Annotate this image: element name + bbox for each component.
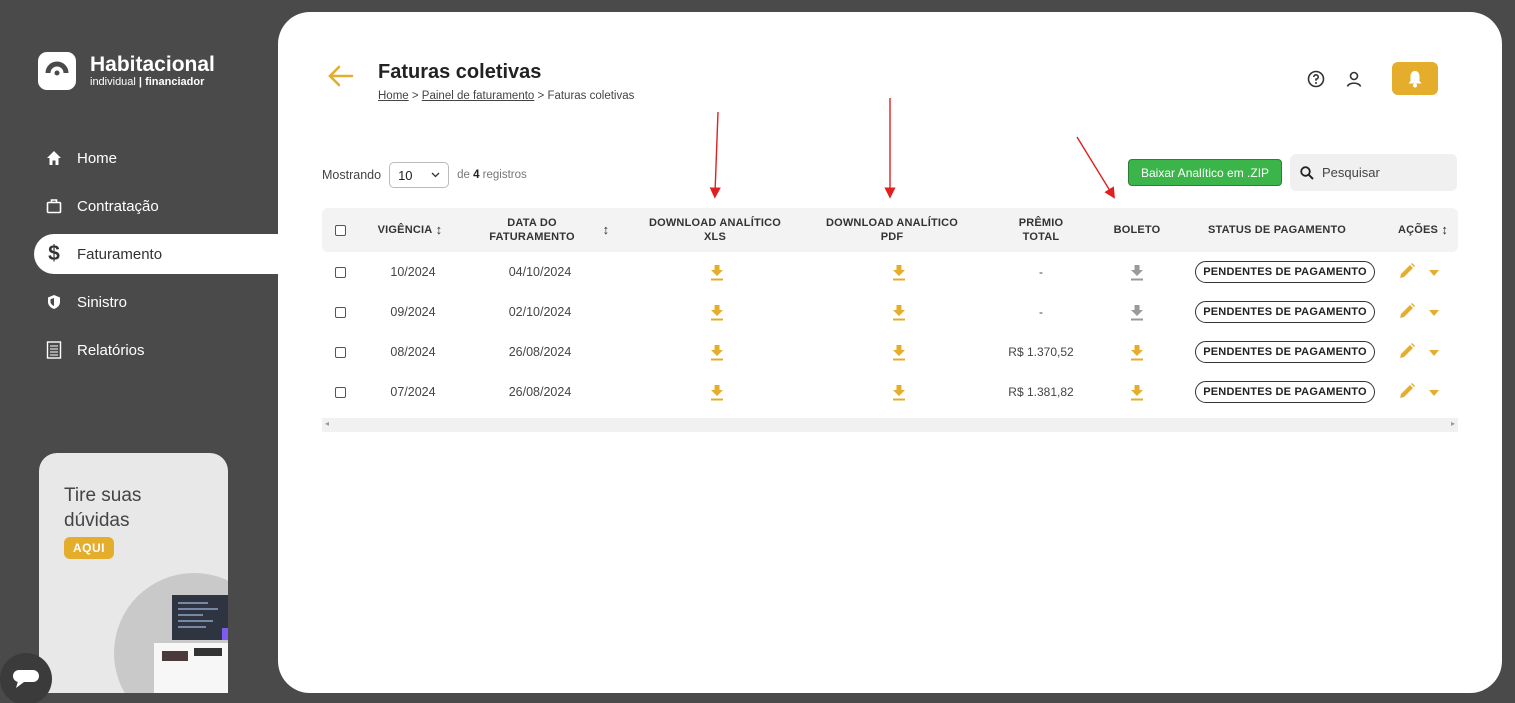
help-illustration <box>114 573 228 693</box>
sidebar-item-label: Contratação <box>77 197 159 215</box>
row-checkbox[interactable] <box>334 386 346 398</box>
chevron-down-icon[interactable] <box>1429 385 1439 399</box>
dollar-icon: $ <box>48 242 60 265</box>
row-checkbox[interactable] <box>334 266 346 278</box>
report-icon <box>45 341 63 359</box>
cell-premio-total: - <box>1039 265 1043 279</box>
status-badge: PENDENTES DE PAGAMENTO <box>1195 341 1375 363</box>
cell-vigencia: 10/2024 <box>390 265 436 279</box>
cell-premio-total: - <box>1039 305 1043 319</box>
scroll-left-icon: ◂ <box>325 419 330 428</box>
shield-icon <box>45 293 63 311</box>
download-pdf-icon[interactable] <box>892 263 906 281</box>
col-download-pdf: DOWNLOAD ANALÍTICO PDF <box>825 217 959 243</box>
brand-title: Habitacional <box>90 52 215 76</box>
table-row: 09/2024 02/10/2024 - PENDENTES DE PAGAME… <box>322 292 1458 332</box>
chat-button[interactable] <box>0 653 52 703</box>
col-acoes[interactable]: AÇÕES ↕ <box>1388 208 1458 252</box>
sidebar-item-label: Sinistro <box>77 293 128 311</box>
sidebar-item-relatorios[interactable]: Relatórios <box>34 330 278 370</box>
download-xls-icon[interactable] <box>710 263 724 281</box>
cell-data-faturamento: 26/08/2024 <box>508 385 572 399</box>
help-text: Tire suas dúvidas <box>64 485 142 531</box>
table-header: VIGÊNCIA ↕ DATA DO FATURAMENTO ↕ DOWNLOAD… <box>322 208 1458 252</box>
brand-logo[interactable]: Habitacional individual | financiador <box>38 52 215 90</box>
status-badge: PENDENTES DE PAGAMENTO <box>1195 261 1375 283</box>
download-pdf-icon[interactable] <box>892 383 906 401</box>
cell-vigencia: 08/2024 <box>390 345 436 359</box>
download-boleto-icon[interactable] <box>1130 383 1144 401</box>
scroll-right-icon: ▸ <box>1450 419 1455 428</box>
cell-data-faturamento: 26/08/2024 <box>508 345 572 359</box>
chevron-down-icon[interactable] <box>1429 265 1439 279</box>
annotation-arrows <box>709 98 1115 199</box>
sidebar-item-label: Relatórios <box>77 341 145 359</box>
sort-icon: ↕ <box>1441 222 1449 237</box>
annotation-arrow-boleto <box>1076 136 1115 199</box>
table-row: 10/2024 04/10/2024 - PENDENTES DE PAGAME… <box>322 252 1458 292</box>
sidebar-nav: Home Contratação $ Faturamento Sinistro … <box>34 138 284 378</box>
annotation-arrow-xls <box>709 111 721 199</box>
sidebar-item-sinistro[interactable]: Sinistro <box>34 282 278 322</box>
download-pdf-icon[interactable] <box>892 343 906 361</box>
sidebar-item-home[interactable]: Home <box>34 138 278 178</box>
col-boleto: BOLETO <box>1113 224 1161 236</box>
help-card: Tire suas dúvidas AQUI <box>39 453 228 693</box>
download-xls-icon[interactable] <box>710 383 724 401</box>
status-badge: PENDENTES DE PAGAMENTO <box>1195 301 1375 323</box>
table-row: 08/2024 26/08/2024 R$ 1.370,52 PENDENTES… <box>322 332 1458 372</box>
col-vigencia[interactable]: VIGÊNCIA ↕ <box>370 208 450 252</box>
download-xls-icon[interactable] <box>710 303 724 321</box>
sidebar-item-contratacao[interactable]: Contratação <box>34 186 278 226</box>
edit-icon[interactable] <box>1398 342 1416 363</box>
sort-icon[interactable]: ↕ <box>598 208 614 252</box>
chevron-down-icon[interactable] <box>1429 345 1439 359</box>
sort-icon: ↕ <box>435 222 443 237</box>
col-status: STATUS DE PAGAMENTO <box>1207 224 1347 236</box>
horizontal-scrollbar[interactable]: ◂ ▸ <box>322 418 1458 432</box>
col-download-xls: DOWNLOAD ANALÍTICO XLS <box>648 217 782 243</box>
cell-premio-total: R$ 1.381,82 <box>1008 385 1074 399</box>
edit-icon[interactable] <box>1398 382 1416 403</box>
table-row: 07/2024 26/08/2024 R$ 1.381,82 PENDENTES… <box>322 372 1458 412</box>
sidebar-item-label: Faturamento <box>77 245 163 263</box>
download-boleto-icon <box>1130 263 1144 281</box>
cell-premio-total: R$ 1.370,52 <box>1008 345 1074 359</box>
chat-icon <box>13 670 39 688</box>
download-boleto-icon <box>1130 303 1144 321</box>
cell-vigencia: 09/2024 <box>390 305 436 319</box>
edit-icon[interactable] <box>1398 302 1416 323</box>
sidebar-item-faturamento[interactable]: $ Faturamento <box>34 234 284 274</box>
col-premio-total: PRÊMIO TOTAL <box>1018 217 1064 243</box>
brand-subtitle: individual | financiador <box>90 75 205 88</box>
download-xls-icon[interactable] <box>710 343 724 361</box>
cell-data-faturamento: 02/10/2024 <box>508 305 572 319</box>
chevron-down-icon[interactable] <box>1429 305 1439 319</box>
row-checkbox[interactable] <box>334 306 346 318</box>
download-pdf-icon[interactable] <box>892 303 906 321</box>
cell-data-faturamento: 04/10/2024 <box>508 265 572 279</box>
main-panel: Faturas coletivas Home > Painel de fatur… <box>278 12 1502 693</box>
row-checkbox[interactable] <box>334 346 346 358</box>
logo-icon <box>38 52 76 90</box>
help-button[interactable]: AQUI <box>64 537 114 559</box>
home-icon <box>45 149 63 167</box>
edit-icon[interactable] <box>1398 262 1416 283</box>
col-data-faturamento: DATA DO FATURAMENTO <box>489 217 575 243</box>
cell-vigencia: 07/2024 <box>390 385 436 399</box>
status-badge: PENDENTES DE PAGAMENTO <box>1195 381 1375 403</box>
sidebar-item-label: Home <box>77 149 118 167</box>
download-boleto-icon[interactable] <box>1130 343 1144 361</box>
select-all-checkbox[interactable] <box>334 224 346 236</box>
briefcase-icon <box>45 197 63 215</box>
